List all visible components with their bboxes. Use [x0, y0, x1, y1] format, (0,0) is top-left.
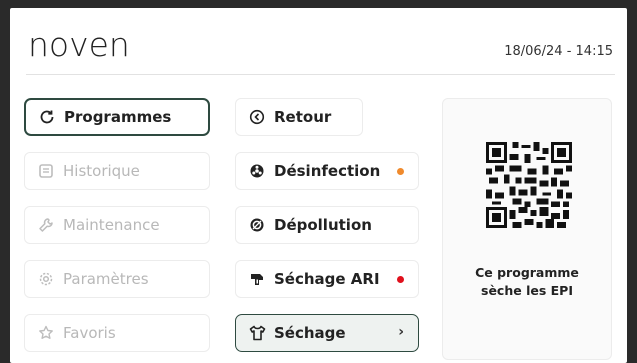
menu-historique-label: Historique	[63, 162, 140, 180]
program-description: Ce programme sèche les EPI	[443, 264, 611, 300]
program-description-line-2: sèche les EPI	[481, 283, 573, 298]
filter-icon	[248, 216, 266, 234]
back-icon	[248, 108, 266, 126]
gear-icon	[37, 270, 55, 288]
header-divider	[26, 74, 615, 75]
menu-historique-button[interactable]: Historique	[24, 152, 210, 190]
history-icon	[37, 162, 55, 180]
chevron-right-icon: ›	[398, 324, 404, 340]
desinfection-status-dot	[397, 168, 404, 175]
mask-icon	[248, 270, 266, 288]
menu-favoris-button[interactable]: Favoris	[24, 314, 210, 352]
noven-logo: noven	[28, 28, 130, 61]
desinfection-button[interactable]: Désinfection	[235, 152, 419, 190]
menu-programmes-button[interactable]: Programmes	[24, 98, 210, 136]
depollution-button[interactable]: Dépollution	[235, 206, 419, 244]
menu-maintenance-button[interactable]: Maintenance	[24, 206, 210, 244]
device-screen: noven 18/06/24 - 14:15 Programmes Histor…	[10, 8, 627, 363]
qr-code-icon	[486, 142, 572, 228]
menu-favoris-label: Favoris	[63, 324, 116, 342]
biohazard-icon	[248, 162, 266, 180]
sechage-ari-status-dot	[397, 276, 404, 283]
program-description-line-1: Ce programme	[475, 265, 579, 280]
datetime-display: 18/06/24 - 14:15	[504, 44, 613, 59]
menu-maintenance-label: Maintenance	[63, 216, 160, 234]
sechage-ari-label: Séchage ARI	[274, 270, 380, 288]
sechage-label: Séchage	[274, 324, 346, 342]
menu-parametres-label: Paramètres	[63, 270, 149, 288]
retour-label: Retour	[274, 108, 332, 126]
shirt-icon	[248, 324, 266, 342]
menu-programmes-label: Programmes	[64, 108, 172, 126]
retour-button[interactable]: Retour	[235, 98, 363, 136]
sechage-button[interactable]: Séchage ›	[235, 314, 419, 352]
wrench-icon	[37, 216, 55, 234]
refresh-icon	[38, 108, 56, 126]
logo-text: noven	[28, 25, 130, 64]
program-info-panel: Ce programme sèche les EPI	[442, 98, 612, 360]
star-icon	[37, 324, 55, 342]
desinfection-label: Désinfection	[274, 162, 381, 180]
menu-parametres-button[interactable]: Paramètres	[24, 260, 210, 298]
depollution-label: Dépollution	[274, 216, 372, 234]
sechage-ari-button[interactable]: Séchage ARI	[235, 260, 419, 298]
